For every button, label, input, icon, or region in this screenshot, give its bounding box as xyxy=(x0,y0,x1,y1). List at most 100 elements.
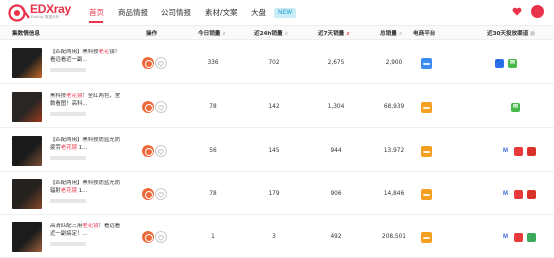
table-row[interactable]: 【匹配两用】黑科技防蓝光防辐射老花镜 1... 78 179 906 14,846 M xyxy=(0,173,554,215)
ad-green-icon[interactable] xyxy=(527,233,536,242)
meta-placeholder xyxy=(50,199,86,203)
row-title[interactable]: 【匹配两用】黑科技防蓝光防辐射老花镜 1... xyxy=(50,180,122,195)
platform-icon[interactable] xyxy=(421,189,432,200)
analyze-button[interactable] xyxy=(142,145,154,157)
table-row[interactable]: 【匹配两用】黑科技老花镜！看远看近一副... 336 702 2,675 2,900 🐾 ✉ xyxy=(0,42,554,84)
title-highlight: 老花镜 xyxy=(60,144,77,151)
sales-d7: 944 xyxy=(330,148,342,154)
row-title[interactable]: 【匹配两用】黑科技老花镜！看远看近一副... xyxy=(50,49,122,64)
sales-h24: 179 xyxy=(268,191,280,197)
title-text: 1... xyxy=(76,187,88,194)
meta-placeholder xyxy=(50,112,86,116)
nav-active-indicator xyxy=(89,21,103,23)
nav-item-products[interactable]: 商品情报 xyxy=(118,7,148,18)
new-badge: NEW xyxy=(274,8,296,18)
video-thumbnail[interactable] xyxy=(12,222,42,252)
favorite-button[interactable] xyxy=(155,188,167,200)
user-avatar[interactable] xyxy=(531,5,544,18)
nav-item-materials[interactable]: 素材/文案 xyxy=(205,7,238,18)
platform-icon[interactable] xyxy=(421,102,432,113)
header-info: 集数情信息 xyxy=(12,31,40,37)
table-row[interactable]: 高清匹配三用老花镜！看远看近一副搞定！... 1 3 492 208,501 M xyxy=(0,216,554,258)
row-title[interactable]: 【匹配两用】黑科技防蓝光防疲劳老花镜 1... xyxy=(50,137,122,152)
analyze-button[interactable] xyxy=(142,57,154,69)
sales-h24: 3 xyxy=(272,234,276,240)
info-icon[interactable] xyxy=(530,31,536,36)
table-header: 集数情信息 操作 今日销量 ⇵ 近24h销量 ⇵ 近7天销量 ⇵ 总销量 ⇵ 电商平台 … xyxy=(0,26,554,40)
sort-icon[interactable]: ⇵ xyxy=(399,31,402,36)
wechat-icon[interactable]: ✉ xyxy=(511,103,520,112)
ad-red2-icon[interactable] xyxy=(527,147,536,156)
favorite-button[interactable] xyxy=(155,145,167,157)
table-row[interactable]: 【匹配两用】黑科技防蓝光防疲劳老花镜 1... 56 145 944 13,972 M xyxy=(0,130,554,172)
header-total[interactable]: 总销量 ⇵ xyxy=(380,29,402,37)
header-today[interactable]: 今日销量 ⇵ xyxy=(198,29,226,37)
sales-d7: 906 xyxy=(330,191,342,197)
brand-name[interactable]: EDXray xyxy=(30,2,71,16)
toutiao-icon[interactable]: M xyxy=(501,147,510,156)
heart-outline-icon xyxy=(158,104,164,111)
header-7d[interactable]: 近7天销量 ⇵ xyxy=(318,29,350,37)
analyze-button[interactable] xyxy=(142,231,154,243)
meta-placeholder xyxy=(50,242,86,246)
video-thumbnail[interactable] xyxy=(12,179,42,209)
ad-red2-icon[interactable] xyxy=(527,190,536,199)
sales-today: 78 xyxy=(209,104,217,110)
table-row[interactable]: 黑科技老花镜！全红两色，舍数看图！高科... 78 142 1,304 68,939 ✉ xyxy=(0,86,554,128)
sales-today: 336 xyxy=(207,60,219,66)
top-navigation: EDXray EdsRay 数据分析 首页 商品情报 公司情报 素材/文案 大盘… xyxy=(0,0,554,26)
nav-item-home[interactable]: 首页 xyxy=(89,7,104,18)
sales-today: 78 xyxy=(209,191,217,197)
sales-d7: 492 xyxy=(330,234,342,240)
favorite-button[interactable] xyxy=(155,231,167,243)
sales-today: 56 xyxy=(209,148,217,154)
sales-total: 68,939 xyxy=(383,104,405,110)
brand-tagline: EdsRay 数据分析 xyxy=(31,15,59,19)
sort-active-icon[interactable]: ⇵ xyxy=(346,31,349,36)
baidu-icon[interactable]: 🐾 xyxy=(495,59,504,68)
sales-total: 13,972 xyxy=(383,148,405,154)
heart-outline-icon xyxy=(158,148,164,155)
platform-icon[interactable] xyxy=(421,146,432,157)
sales-h24: 145 xyxy=(268,148,280,154)
title-highlight: 老花 xyxy=(98,49,110,55)
sales-today: 1 xyxy=(211,234,215,240)
ad-red-icon[interactable] xyxy=(514,233,523,242)
sales-total: 208,501 xyxy=(382,234,406,240)
sort-icon[interactable]: ⇵ xyxy=(222,31,225,36)
meta-placeholder xyxy=(50,68,86,72)
video-thumbnail[interactable] xyxy=(12,48,42,78)
heart-outline-icon xyxy=(158,191,164,198)
title-text: 黑科技 xyxy=(50,93,67,99)
header-24h[interactable]: 近24h销量 ⇵ xyxy=(254,29,288,37)
sales-total: 14,846 xyxy=(383,191,405,197)
favorites-heart-icon[interactable] xyxy=(512,7,522,16)
wechat-icon[interactable]: ✉ xyxy=(508,59,517,68)
sales-total: 2,900 xyxy=(385,60,403,66)
toutiao-icon[interactable]: M xyxy=(501,233,510,242)
heart-outline-icon xyxy=(158,60,164,67)
video-thumbnail[interactable] xyxy=(12,92,42,122)
favorite-button[interactable] xyxy=(155,101,167,113)
row-title[interactable]: 黑科技老花镜！全红两色，舍数看图！高科... xyxy=(50,93,122,108)
platform-icon[interactable] xyxy=(421,232,432,243)
header-platform: 电商平台 xyxy=(413,31,436,37)
title-text: 高清匹配三用 xyxy=(50,223,83,229)
nav-item-companies[interactable]: 公司情报 xyxy=(161,7,191,18)
platform-icon[interactable] xyxy=(421,58,432,69)
sort-icon[interactable]: ⇵ xyxy=(285,31,288,36)
header-ops: 操作 xyxy=(146,31,158,37)
analyze-button[interactable] xyxy=(142,101,154,113)
ad-red-icon[interactable] xyxy=(514,147,523,156)
nav-item-market[interactable]: 大盘 xyxy=(251,7,266,18)
row-title[interactable]: 高清匹配三用老花镜！看远看近一副搞定！... xyxy=(50,223,122,238)
favorite-button[interactable] xyxy=(155,57,167,69)
analyze-button[interactable] xyxy=(142,188,154,200)
toutiao-icon[interactable]: M xyxy=(501,190,510,199)
title-highlight: 老花镜 xyxy=(60,187,77,194)
logo-icon[interactable] xyxy=(8,4,30,22)
title-highlight: 老花镜 xyxy=(66,93,83,99)
ad-red-icon[interactable] xyxy=(514,190,523,199)
video-thumbnail[interactable] xyxy=(12,136,42,166)
title-text: 1... xyxy=(76,144,88,151)
